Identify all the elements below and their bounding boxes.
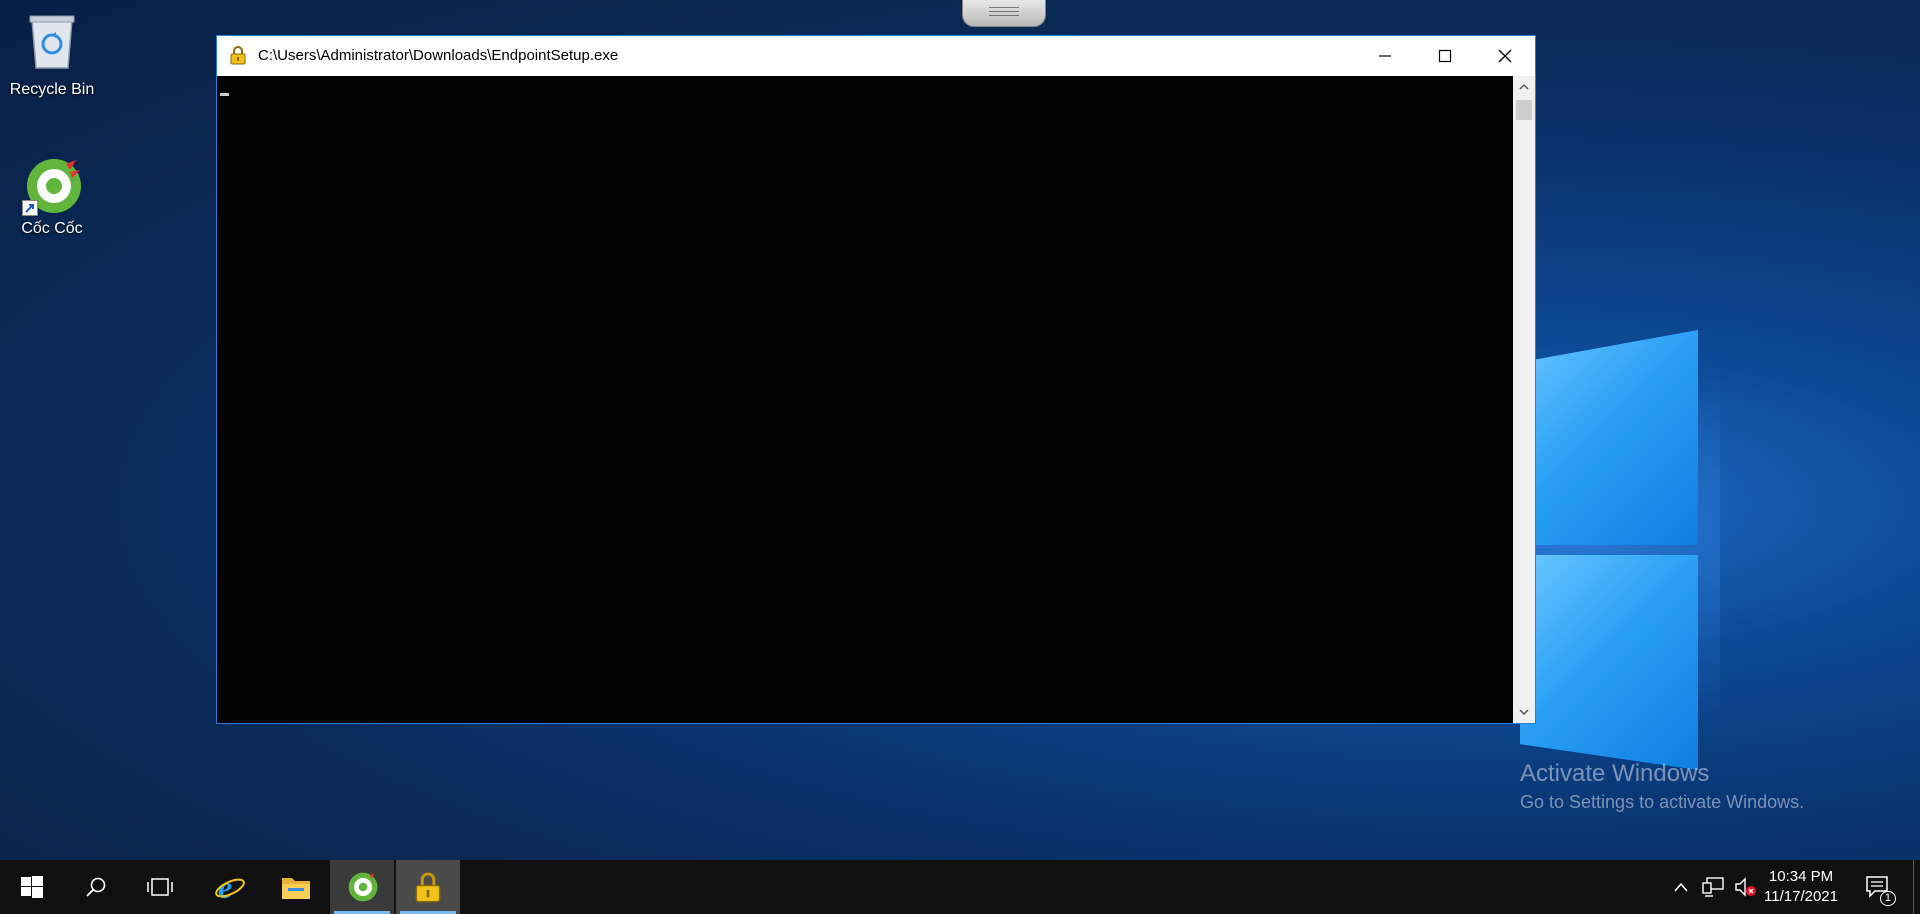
- scroll-up-button[interactable]: [1513, 76, 1535, 98]
- maximize-icon: [1438, 49, 1452, 63]
- task-view-button[interactable]: [128, 860, 192, 914]
- internet-explorer-button[interactable]: e: [198, 860, 262, 914]
- clock[interactable]: 10:34 PM 11/17/2021: [1756, 867, 1846, 907]
- maximize-button[interactable]: [1415, 36, 1475, 76]
- padlock-icon: [228, 45, 248, 65]
- padlock-icon: [415, 872, 441, 903]
- search-button[interactable]: [64, 860, 128, 914]
- coccoc-label: Cốc Cốc: [21, 220, 83, 237]
- chevron-down-icon: [1519, 709, 1529, 716]
- coccoc-taskbar-button[interactable]: [330, 860, 394, 914]
- chevron-up-icon: [1674, 882, 1688, 892]
- internet-explorer-icon: e: [215, 871, 245, 903]
- minimize-button[interactable]: [1355, 36, 1415, 76]
- coccoc-icon: [22, 156, 82, 216]
- minimize-icon: [1379, 55, 1391, 57]
- vertical-scrollbar[interactable]: [1513, 76, 1535, 723]
- file-explorer-button[interactable]: [264, 860, 328, 914]
- text-cursor: [220, 93, 229, 96]
- network-button[interactable]: [1698, 860, 1728, 914]
- endpoint-setup-taskbar-button[interactable]: [396, 860, 460, 914]
- task-view-icon: [147, 878, 173, 896]
- recycle-bin-desktop-icon[interactable]: Recycle Bin: [6, 12, 98, 99]
- show-hidden-icons-button[interactable]: [1668, 860, 1694, 914]
- clock-time: 10:34 PM: [1768, 868, 1834, 885]
- coccoc-desktop-icon[interactable]: Cốc Cốc: [6, 156, 98, 238]
- activation-title: Activate Windows: [1520, 760, 1710, 787]
- chevron-up-icon: [1519, 83, 1529, 90]
- clock-date: 11/17/2021: [1764, 888, 1838, 905]
- activation-watermark: Activate Windows Go to Settings to activ…: [1520, 760, 1804, 813]
- close-button[interactable]: [1475, 36, 1535, 76]
- start-button[interactable]: [0, 860, 64, 914]
- volume-button[interactable]: [1732, 860, 1758, 914]
- console-output[interactable]: [217, 76, 1514, 723]
- recycle-bin-icon: [6, 12, 98, 77]
- network-icon: [1702, 877, 1724, 897]
- windows-logo-icon: [21, 876, 43, 898]
- recycle-bin-label: Recycle Bin: [9, 81, 95, 98]
- coccoc-icon: [348, 872, 378, 902]
- notification-count-badge: 1: [1879, 891, 1896, 906]
- taskbar: e 10:34 PM 11/17/2021 1: [0, 860, 1920, 914]
- console-window[interactable]: C:\Users\Administrator\Downloads\Endpoin…: [216, 35, 1536, 724]
- close-icon: [1498, 49, 1512, 63]
- show-desktop-button[interactable]: [1913, 860, 1920, 914]
- folder-icon: [282, 878, 310, 899]
- connection-bar-handle[interactable]: [962, 0, 1046, 27]
- scroll-down-button[interactable]: [1513, 701, 1535, 723]
- shortcut-arrow-icon: [22, 200, 38, 216]
- window-title: C:\Users\Administrator\Downloads\Endpoin…: [258, 47, 619, 64]
- search-icon: [86, 877, 106, 897]
- action-center-button[interactable]: 1: [1858, 860, 1898, 914]
- scrollbar-thumb[interactable]: [1516, 100, 1532, 120]
- volume-muted-icon: [1735, 877, 1756, 897]
- title-bar[interactable]: C:\Users\Administrator\Downloads\Endpoin…: [217, 36, 1535, 76]
- activation-subtitle: Go to Settings to activate Windows.: [1520, 792, 1805, 812]
